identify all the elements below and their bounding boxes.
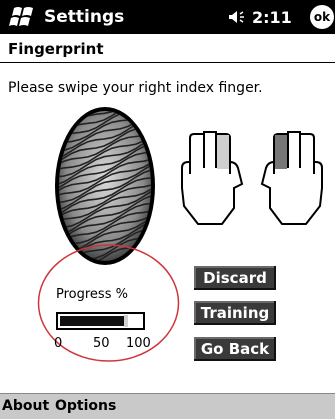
clock[interactable]: 2:11: [252, 8, 292, 27]
title-bar: Settings 2:11 ok: [0, 0, 335, 34]
app-title: Settings: [44, 7, 125, 27]
menu-options[interactable]: Options: [55, 398, 116, 414]
go-back-button[interactable]: Go Back: [194, 337, 276, 361]
discard-button[interactable]: Discard: [194, 266, 276, 290]
speaker-icon[interactable]: [228, 9, 248, 25]
title-divider: [0, 62, 335, 63]
menu-about[interactable]: About: [2, 398, 49, 414]
progress-tick-50: 50: [93, 336, 110, 351]
windows-flag-icon[interactable]: [8, 5, 38, 29]
progress-tick-0: 0: [54, 336, 63, 351]
progress-bar-marker: [124, 315, 128, 327]
ok-button[interactable]: ok: [310, 5, 334, 29]
instruction-text: Please swipe your right index finger.: [8, 80, 263, 96]
right-hand-icon: [260, 131, 323, 225]
progress-tick-100: 100: [126, 336, 151, 351]
progress-bar-fill: [60, 316, 126, 326]
left-hand-icon: [181, 131, 244, 225]
progress-bar: [56, 312, 145, 330]
menu-bar: About Options: [0, 393, 335, 419]
training-button[interactable]: Training: [194, 301, 276, 325]
progress-label: Progress %: [56, 287, 128, 302]
page-title: Fingerprint: [8, 40, 104, 58]
